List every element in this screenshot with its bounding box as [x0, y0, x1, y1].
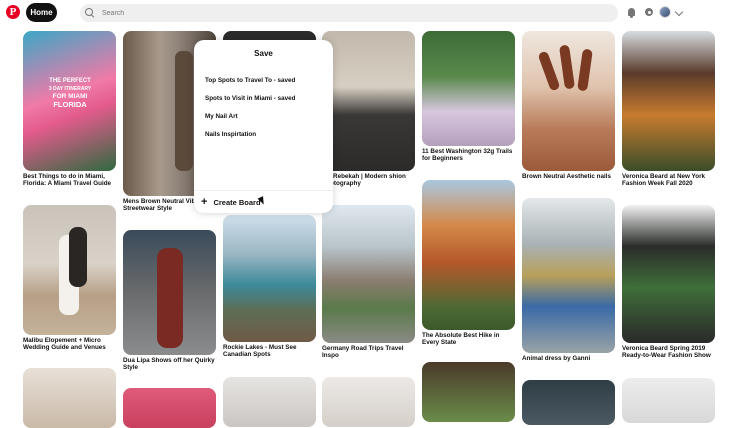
- board-option[interactable]: Top Spots to Travel To - saved: [205, 77, 295, 84]
- pin-card[interactable]: 11 Best Washington 32g Trails for Beginn…: [422, 31, 515, 162]
- home-button[interactable]: Home: [26, 3, 57, 22]
- pin-card[interactable]: Veronica Beard Spring 2019 Ready-to-Wear…: [622, 205, 715, 359]
- pin-title: Dua Lipa Shows off her Quirky Style: [123, 357, 215, 372]
- board-option[interactable]: Nails Inspirtation: [205, 131, 256, 138]
- pin-card[interactable]: [123, 388, 216, 428]
- board-option[interactable]: My Nail Art: [205, 113, 238, 120]
- pin-image[interactable]: [522, 380, 615, 425]
- chat-icon[interactable]: [645, 8, 653, 16]
- pin-title: The Absolute Best Hike in Every State: [422, 332, 500, 347]
- pin-image[interactable]: [422, 31, 515, 146]
- pin-image[interactable]: [622, 31, 715, 171]
- pin-image[interactable]: [223, 377, 316, 427]
- pin-card[interactable]: [223, 377, 316, 427]
- pin-title: h + Rebekah | Modern shion Photography: [322, 173, 406, 188]
- pin-title: 11 Best Washington 32g Trails for Beginn…: [422, 148, 513, 163]
- pin-image[interactable]: [522, 31, 615, 171]
- pin-image[interactable]: [422, 362, 515, 422]
- pin-image[interactable]: [322, 205, 415, 343]
- pin-image[interactable]: [223, 215, 316, 342]
- pin-title: Veronica Beard at New York Fashion Week …: [622, 173, 706, 188]
- pin-card[interactable]: Brown Neutral Aesthetic nails: [522, 31, 615, 180]
- create-board-label: Create Board: [213, 197, 261, 207]
- poster-text: THE PERFECT 3 DAY ITINERARY FOR MIAMI FL…: [47, 77, 93, 109]
- plus-icon: +: [201, 196, 208, 208]
- pin-card[interactable]: Animal dress by Ganni: [522, 198, 615, 362]
- pin-image[interactable]: [123, 388, 216, 428]
- pin-image[interactable]: [23, 205, 116, 335]
- pin-image[interactable]: THE PERFECT 3 DAY ITINERARY FOR MIAMI FL…: [23, 31, 116, 171]
- pin-card[interactable]: [522, 380, 615, 425]
- pin-title: Veronica Beard Spring 2019 Ready-to-Wear…: [622, 345, 711, 360]
- pin-card[interactable]: [422, 362, 515, 422]
- pin-image[interactable]: [123, 230, 216, 355]
- pin-title: Best Things to do in Miami, Florida: A M…: [23, 173, 112, 188]
- save-dialog: Save Top Spots to Travel To - saved Spot…: [194, 40, 333, 213]
- pin-card[interactable]: [622, 378, 715, 423]
- pin-card[interactable]: Rockie Lakes - Must See Canadian Spots: [223, 215, 316, 358]
- top-nav: P Home: [0, 0, 734, 28]
- pin-card[interactable]: h + Rebekah | Modern shion Photography: [322, 31, 415, 187]
- pin-image[interactable]: [422, 180, 515, 330]
- pin-image[interactable]: [23, 368, 116, 428]
- pin-image[interactable]: [522, 198, 615, 353]
- pin-card[interactable]: Germany Road Trips Travel Inspo: [322, 205, 415, 359]
- pin-card[interactable]: Malibu Elopement + Micro Wedding Guide a…: [23, 205, 116, 351]
- pin-image[interactable]: [322, 377, 415, 427]
- board-option[interactable]: Spots to Visit in Miami - saved: [205, 95, 296, 102]
- pin-image[interactable]: [622, 205, 715, 343]
- pin-card[interactable]: The Absolute Best Hike in Every State: [422, 180, 515, 346]
- pin-card[interactable]: [322, 377, 415, 427]
- pin-card[interactable]: [23, 368, 116, 428]
- search-input[interactable]: [102, 9, 602, 17]
- dialog-title: Save: [254, 49, 273, 58]
- pin-image[interactable]: [622, 378, 715, 423]
- poster-line: THE PERFECT: [49, 78, 91, 84]
- poster-line: 3 DAY ITINERARY: [48, 86, 92, 92]
- pin-card[interactable]: Veronica Beard at New York Fashion Week …: [622, 31, 715, 187]
- pin-title: Malibu Elopement + Micro Wedding Guide a…: [23, 337, 106, 352]
- pin-image[interactable]: [322, 31, 415, 171]
- chevron-down-icon[interactable]: [674, 7, 684, 17]
- pin-card[interactable]: THE PERFECT 3 DAY ITINERARY FOR MIAMI FL…: [23, 31, 116, 187]
- search-bar[interactable]: [80, 4, 618, 22]
- search-icon: [85, 8, 95, 18]
- pin-card[interactable]: Dua Lipa Shows off her Quirky Style: [123, 230, 216, 371]
- pinterest-logo[interactable]: P: [6, 5, 20, 19]
- bell-icon[interactable]: [628, 8, 635, 18]
- pin-title: Brown Neutral Aesthetic nails: [522, 173, 611, 180]
- pin-title: Rockie Lakes - Must See Canadian Spots: [223, 344, 297, 359]
- pin-title: Germany Road Trips Travel Inspo: [322, 345, 404, 360]
- poster-line: FLORIDA: [53, 100, 87, 109]
- avatar[interactable]: [659, 6, 671, 18]
- pin-title: Animal dress by Ganni: [522, 355, 591, 362]
